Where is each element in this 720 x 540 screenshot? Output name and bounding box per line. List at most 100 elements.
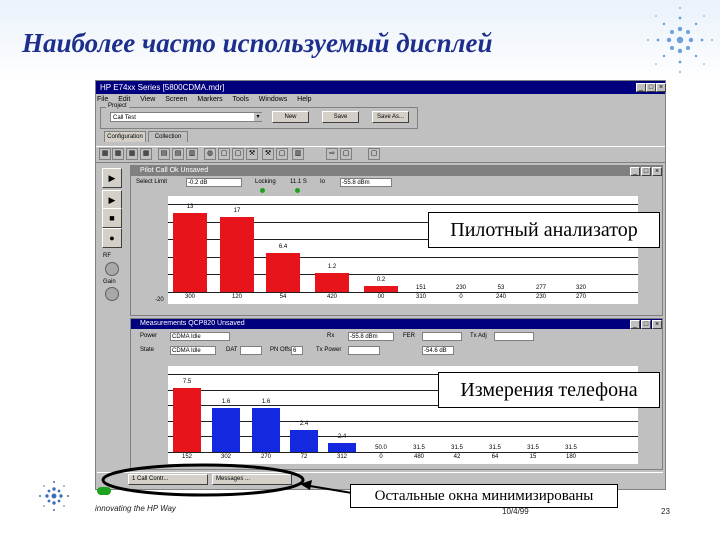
pilot-bar-value-label: 17 [233,208,241,215]
fer-field[interactable] [422,332,462,341]
doc-icon[interactable]: ▢ [276,148,288,160]
slide-title: Наиболее часто используемый дисплей [22,28,493,58]
table-icon[interactable]: ▤ [158,148,170,160]
power-label: Power [140,333,158,339]
doc-icon[interactable]: ▢ [232,148,244,160]
table-icon[interactable]: ▤ [172,148,184,160]
minimized-highlight-ellipse [101,463,359,497]
menu-file[interactable]: File [97,96,108,103]
pilot-pn-label: 00 [377,294,385,300]
maximize-button[interactable]: □ [646,83,656,92]
power-field[interactable]: CDMA Idle [170,332,230,341]
measure-bar [173,388,201,452]
pilot-pn-label: 270 [575,294,586,300]
chart-icon[interactable]: ▥ [292,148,304,160]
record-button[interactable]: ● [102,228,122,248]
gain-knob[interactable] [105,287,119,301]
menu-view[interactable]: View [140,96,155,103]
rx-field[interactable]: -55.8 dBm [348,332,394,341]
arrow-icon[interactable]: ⇨ [326,148,338,160]
grid-icon[interactable]: ▦ [99,148,111,160]
tx-adj-field[interactable] [494,332,534,341]
menu-edit[interactable]: Edit [118,96,130,103]
doc-icon[interactable]: ▢ [368,148,380,160]
page-number: 23 [661,507,670,516]
measure-bar-value-label: 2.4 [337,433,347,440]
pilot-pn-label: 310 [415,294,426,300]
footer-date: 10/4/99 [502,507,529,516]
rf-knob-label: RF [103,253,111,259]
measure-bar [212,407,240,452]
menu-bar: File Edit View Screen Markers Tools Wind… [97,95,657,105]
doc-icon[interactable]: ▢ [340,148,352,160]
io-field[interactable]: -55.8 dBm [340,178,392,187]
locking-value: 11.1 S [290,179,307,185]
pilot-analyzer-callout: Пилотный анализатор [428,212,660,248]
pilot-bar-value-label: 1.2 [327,263,337,270]
dat-field[interactable] [240,346,262,355]
project-label: Project [106,103,129,109]
measurements-maximize-button[interactable]: □ [641,320,651,329]
pilot-bar [220,217,254,292]
project-combobox[interactable]: Call Test [110,112,262,122]
step-button[interactable]: ▶ [102,190,122,210]
tools-icon[interactable]: ⚒ [246,148,258,160]
pilot-pn-label: 240 [495,294,506,300]
pilot-bar [315,272,349,292]
pilot-minimize-button[interactable]: _ [630,167,640,176]
grid-icon[interactable]: ▦ [112,148,124,160]
globe-icon[interactable]: ◍ [204,148,216,160]
select-limit-field[interactable]: -0.2 dB [186,178,242,187]
pn-offset-field[interactable]: 6 [291,346,303,355]
pilot-maximize-button[interactable]: □ [641,167,651,176]
measure-pn-label: 64 [491,454,499,460]
locking-label: Locking [255,179,276,185]
ec-io-field[interactable]: -54.6 dB [422,346,454,355]
pilot-bar [364,285,398,292]
new-project-button[interactable]: New [272,111,309,123]
tx-power-label: Tx Power [316,347,342,353]
play-button[interactable]: ▶ [102,168,122,188]
pilot-close-button[interactable]: × [652,167,662,176]
close-button[interactable]: × [656,83,666,92]
doc-icon[interactable]: ▢ [218,148,230,160]
pilot-pn-label: 120 [231,294,242,300]
measure-value-label: 31.5 [565,445,577,451]
measurements-minimize-button[interactable]: _ [630,320,640,329]
chevron-down-icon[interactable]: ▾ [254,113,262,121]
menu-markers[interactable]: Markers [197,96,222,103]
tools-icon[interactable]: ⚒ [262,148,274,160]
agilent-starburst-small-logo [39,481,69,511]
pilot-pn-label: 0 [459,294,463,300]
grid-icon[interactable]: ▦ [126,148,138,160]
measure-pn-label: 15 [529,454,537,460]
measurements-close-button[interactable]: × [652,320,662,329]
pilot-pn-label: 420 [326,294,337,300]
menu-tools[interactable]: Tools [233,96,249,103]
stop-button[interactable]: ■ [102,208,122,228]
tx-power-field[interactable] [348,346,380,355]
tx-adj-label: Tx Adj [470,333,487,339]
menu-windows[interactable]: Windows [259,96,287,103]
menu-help[interactable]: Help [297,96,311,103]
pilot-value-label: 230 [455,285,466,291]
pilot-bar-value-label: 0.2 [376,276,386,283]
grid-icon[interactable]: ▦ [140,148,152,160]
pilot-title: Pilot Call Ok Unsaved [140,167,209,174]
measure-value-label: 50.0 [375,445,387,451]
state-field[interactable]: CDMA Idle [170,346,216,355]
minimize-button[interactable]: _ [636,83,646,92]
pilot-bar [266,253,300,292]
menu-screen[interactable]: Screen [165,96,187,103]
locking-led-icon [260,188,265,193]
measure-value-label: 31.5 [527,445,539,451]
save-project-button[interactable]: Save [322,111,359,123]
chart-icon[interactable]: ▥ [186,148,198,160]
measurements-title: Measurements QCP820 Unsaved [140,320,245,327]
save-as-project-button[interactable]: Save As... [372,111,409,123]
measure-pn-label: 480 [413,454,424,460]
tab-configuration[interactable]: Configuration [104,131,146,142]
rf-knob[interactable] [105,262,119,276]
tab-collection[interactable]: Collection [148,131,188,142]
pilot-pn-label: 54 [279,294,287,300]
